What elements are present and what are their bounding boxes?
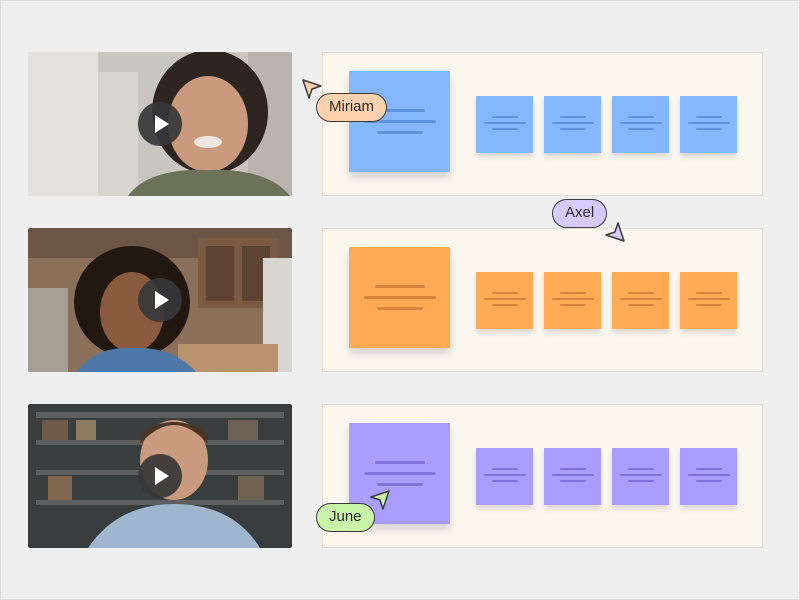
- sticky-note[interactable]: [476, 96, 533, 153]
- note-text-line: [363, 472, 436, 475]
- note-text-line: [619, 474, 662, 476]
- note-text-line: [363, 296, 436, 299]
- play-button[interactable]: [138, 454, 182, 498]
- note-text-line: [627, 480, 654, 482]
- sticky-note[interactable]: [544, 448, 601, 505]
- note-text-line: [695, 116, 722, 118]
- play-button[interactable]: [138, 102, 182, 146]
- note-text-line: [695, 292, 722, 294]
- sticky-note[interactable]: [612, 272, 669, 329]
- note-text-line: [619, 122, 662, 124]
- note-text-line: [491, 304, 518, 306]
- sticky-note[interactable]: [544, 272, 601, 329]
- sticky-note-large[interactable]: [349, 247, 450, 348]
- note-text-line: [687, 298, 730, 300]
- note-text-line: [551, 122, 594, 124]
- note-text-line: [695, 304, 722, 306]
- note-text-line: [483, 474, 526, 476]
- note-text-line: [551, 474, 594, 476]
- note-text-line: [627, 116, 654, 118]
- note-text-line: [491, 480, 518, 482]
- sticky-note[interactable]: [476, 448, 533, 505]
- note-text-line: [551, 298, 594, 300]
- axel-cursor-label: Axel: [552, 199, 608, 228]
- note-text-line: [559, 468, 586, 470]
- note-text-line: [627, 128, 654, 130]
- note-text-line: [376, 131, 423, 134]
- video-tile-1[interactable]: [28, 52, 292, 196]
- sticky-note[interactable]: [612, 448, 669, 505]
- note-text-line: [491, 292, 518, 294]
- video-tile-3[interactable]: [28, 404, 292, 548]
- video-tile-2[interactable]: [28, 228, 292, 372]
- sticky-board-3[interactable]: [322, 404, 763, 548]
- note-text-line: [695, 128, 722, 130]
- note-text-line: [376, 483, 423, 486]
- note-text-line: [483, 122, 526, 124]
- note-text-line: [559, 116, 586, 118]
- sticky-note[interactable]: [476, 272, 533, 329]
- note-text-line: [374, 461, 425, 464]
- note-text-line: [695, 468, 722, 470]
- note-text-line: [559, 292, 586, 294]
- note-text-line: [627, 468, 654, 470]
- axel-cursor-arrow-icon: [605, 222, 625, 242]
- sticky-note[interactable]: [612, 96, 669, 153]
- note-text-line: [687, 474, 730, 476]
- sticky-board-1[interactable]: [322, 52, 763, 196]
- sticky-note[interactable]: [680, 448, 737, 505]
- note-text-line: [559, 128, 586, 130]
- note-text-line: [695, 480, 722, 482]
- sticky-note[interactable]: [680, 272, 737, 329]
- note-text-line: [491, 468, 518, 470]
- play-button[interactable]: [138, 278, 182, 322]
- note-text-line: [483, 298, 526, 300]
- note-text-line: [687, 122, 730, 124]
- note-text-line: [491, 128, 518, 130]
- sticky-board-2[interactable]: [322, 228, 763, 372]
- note-text-line: [491, 116, 518, 118]
- sticky-note[interactable]: [680, 96, 737, 153]
- note-text-line: [627, 304, 654, 306]
- june-cursor-label: June: [316, 503, 375, 532]
- note-text-line: [559, 304, 586, 306]
- note-text-line: [627, 292, 654, 294]
- note-text-line: [619, 298, 662, 300]
- note-text-line: [559, 480, 586, 482]
- sticky-note[interactable]: [544, 96, 601, 153]
- miriam-cursor-label: Miriam: [316, 93, 387, 122]
- note-text-line: [376, 307, 423, 310]
- note-text-line: [374, 285, 425, 288]
